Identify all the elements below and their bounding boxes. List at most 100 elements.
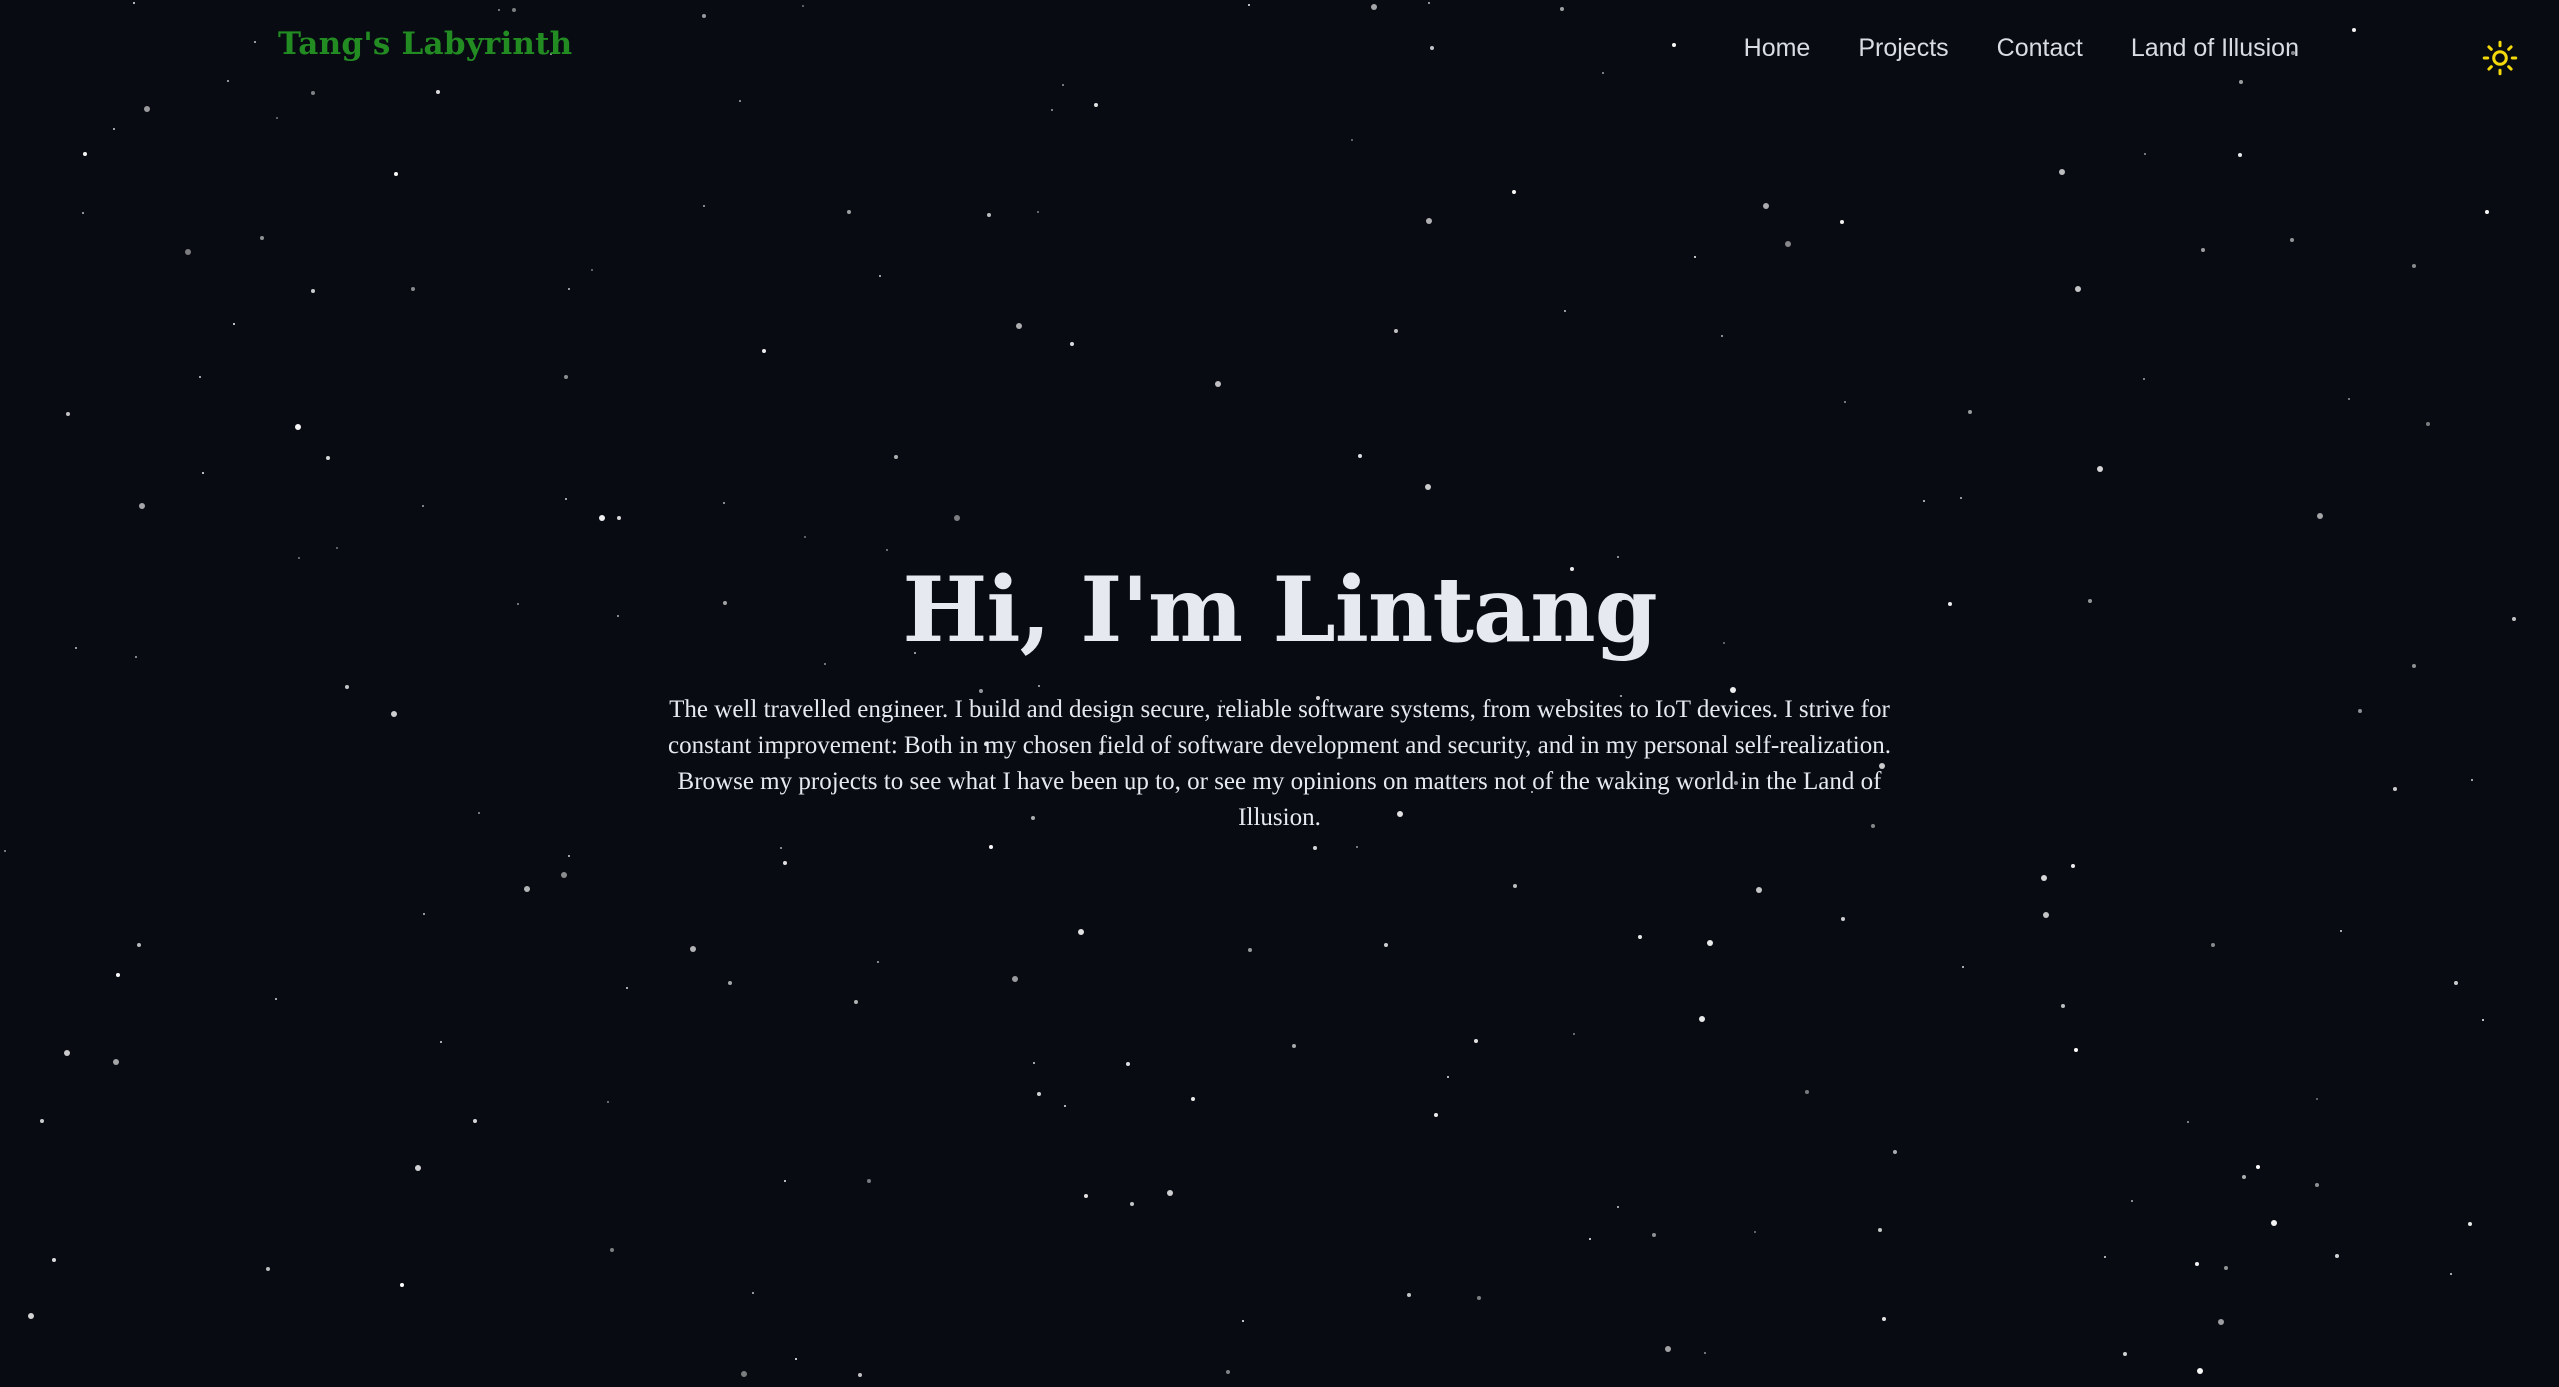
star-dot xyxy=(1126,1062,1130,1066)
star-dot xyxy=(2348,398,2350,400)
star-dot xyxy=(607,1101,609,1103)
star-dot xyxy=(1394,329,1398,333)
star-dot xyxy=(1513,884,1517,888)
star-dot xyxy=(233,323,235,325)
star-dot xyxy=(185,249,191,255)
site-logo-link[interactable]: Tang's Labyrinth xyxy=(278,26,572,62)
star-dot xyxy=(1840,220,1844,224)
nav-link-projects[interactable]: Projects xyxy=(1858,34,1948,63)
star-dot xyxy=(137,943,141,947)
star-dot xyxy=(2041,875,2047,881)
star-dot xyxy=(591,269,593,271)
star-dot xyxy=(1754,1231,1756,1233)
star-dot xyxy=(199,376,201,378)
star-dot xyxy=(565,498,567,500)
star-dot xyxy=(2043,912,2049,918)
star-dot xyxy=(266,1267,270,1271)
star-dot xyxy=(2197,1368,2203,1374)
star-dot xyxy=(202,472,204,474)
star-dot xyxy=(1638,935,1642,939)
star-dot xyxy=(1064,1105,1066,1107)
star-dot xyxy=(1893,1150,1897,1154)
star-dot xyxy=(728,981,732,985)
star-dot xyxy=(2061,1004,2065,1008)
star-dot xyxy=(415,1165,421,1171)
star-dot xyxy=(2224,1266,2228,1270)
star-dot xyxy=(113,1059,119,1065)
star-dot xyxy=(599,515,605,521)
hero-description: The well travelled engineer. I build and… xyxy=(667,696,1892,831)
star-dot xyxy=(1016,323,1022,329)
star-dot xyxy=(780,847,782,849)
star-dot xyxy=(723,502,725,504)
star-dot xyxy=(739,100,741,102)
star-dot xyxy=(394,172,398,176)
nav-link-land-of-illusion[interactable]: Land of Illusion xyxy=(2131,34,2299,63)
star-dot xyxy=(2317,513,2323,519)
hero-title: Hi, I'm Lintang xyxy=(902,557,1657,663)
star-dot xyxy=(64,1050,70,1056)
star-dot xyxy=(2211,943,2215,947)
star-dot xyxy=(2468,1222,2472,1226)
star-dot xyxy=(877,961,879,963)
star-dot xyxy=(2104,1256,2106,1258)
star-dot xyxy=(1841,917,1845,921)
star-dot xyxy=(626,987,628,989)
star-dot xyxy=(336,547,338,549)
star-dot xyxy=(2454,981,2458,985)
star-dot xyxy=(422,505,424,507)
star-dot xyxy=(1923,500,1925,502)
star-dot xyxy=(1878,1228,1882,1232)
star-dot xyxy=(879,275,881,277)
star-dot xyxy=(1704,1352,1706,1354)
nav-link-home[interactable]: Home xyxy=(1744,34,1811,63)
star-dot xyxy=(1756,887,1762,893)
star-dot xyxy=(113,128,115,130)
star-dot xyxy=(1078,929,1084,935)
star-dot xyxy=(784,1180,786,1182)
star-dot xyxy=(795,1358,797,1360)
star-dot xyxy=(1226,1370,1230,1374)
star-dot xyxy=(2144,153,2146,155)
star-dot xyxy=(752,1292,754,1294)
star-dot xyxy=(66,412,70,416)
hero-section: Hi, I'm Lintang The well travelled engin… xyxy=(0,550,2559,836)
star-dot xyxy=(2097,466,2103,472)
star-dot xyxy=(2256,1165,2260,1169)
star-dot xyxy=(2335,1254,2339,1258)
star-dot xyxy=(524,886,530,892)
star-dot xyxy=(1474,1039,1478,1043)
star-dot xyxy=(1589,1238,1591,1240)
star-dot xyxy=(1094,103,1098,107)
star-dot xyxy=(83,152,87,156)
star-dot xyxy=(260,236,264,240)
star-dot xyxy=(1215,381,1221,387)
star-dot xyxy=(2195,1262,2199,1266)
nav-link-contact[interactable]: Contact xyxy=(1997,34,2083,63)
star-dot xyxy=(1051,109,1053,111)
star-dot xyxy=(2242,1175,2246,1179)
main-nav: Home Projects Contact Land of Illusion xyxy=(1744,34,2299,63)
star-dot xyxy=(311,289,315,293)
star-dot xyxy=(1805,1090,1809,1094)
star-dot xyxy=(1012,976,1018,982)
star-dot xyxy=(762,349,766,353)
star-dot xyxy=(568,288,570,290)
star-dot xyxy=(1699,1016,1705,1022)
star-dot xyxy=(1962,966,1964,968)
star-dot xyxy=(1763,203,1769,209)
star-dot xyxy=(1882,1317,1886,1321)
star-dot xyxy=(783,861,787,865)
star-dot xyxy=(326,456,330,460)
theme-toggle-button[interactable] xyxy=(2482,40,2518,76)
star-dot xyxy=(144,106,150,112)
star-dot xyxy=(1130,1202,1134,1206)
star-dot xyxy=(1084,1194,1088,1198)
star-dot xyxy=(1477,1296,1481,1300)
star-dot xyxy=(400,1283,404,1287)
star-dot xyxy=(987,213,991,217)
star-dot xyxy=(2290,238,2294,242)
star-dot xyxy=(617,516,621,520)
star-dot xyxy=(2426,422,2430,426)
star-dot xyxy=(1785,241,1791,247)
